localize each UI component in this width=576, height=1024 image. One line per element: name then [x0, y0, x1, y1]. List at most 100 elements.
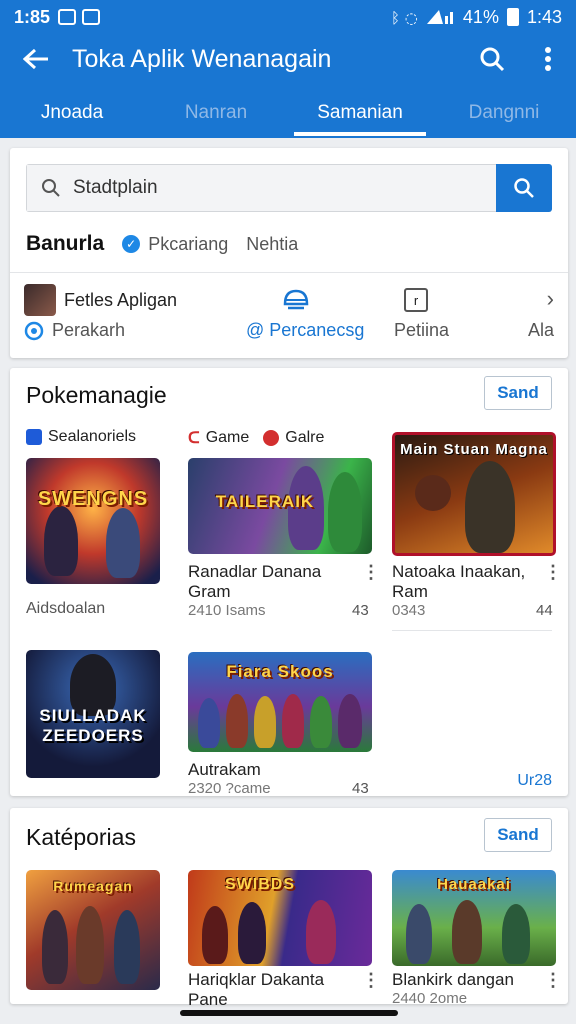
category-thumbnail-1[interactable]: Rumeagan [26, 870, 160, 990]
section-1-title: Pokemanagie [26, 382, 167, 408]
section-2-button[interactable]: Sand [484, 818, 552, 852]
battery-icon [506, 8, 519, 26]
tab-2[interactable]: Nanran [144, 88, 288, 138]
app-5-rating: 43 [352, 780, 369, 797]
chip-right-1[interactable]: Petiina [394, 320, 449, 341]
hero-figure [338, 694, 362, 748]
app-thumbnail-3[interactable]: Main Stuan Magna [392, 432, 556, 556]
app-2-rating: 43 [352, 602, 369, 619]
hero-figure [452, 900, 482, 964]
search-button[interactable] [464, 34, 520, 84]
back-arrow-icon [23, 48, 48, 70]
hero-figure [282, 694, 304, 748]
game-icon: ᑕ [188, 430, 200, 447]
app-thumbnail-5[interactable]: Fiara Skoos [188, 652, 372, 752]
app-thumbnail-4[interactable]: SIULLADAK ZEEDOERS [26, 650, 160, 778]
frame-icon[interactable]: r [404, 288, 428, 312]
chip-middle[interactable]: @ Percanecsg [246, 320, 364, 341]
more-options-icon[interactable]: ⋮ [362, 970, 380, 991]
category-thumbnail-3[interactable]: Hauaakai [392, 870, 556, 966]
section-1-button[interactable]: Sand [484, 376, 552, 410]
search-icon [480, 47, 505, 72]
user-chip-label: Fetles Apligan [64, 289, 178, 310]
search-field-icon [42, 179, 60, 197]
category-icon [26, 429, 42, 445]
category-app-3-name[interactable]: Blankirk dangan [392, 970, 514, 990]
home-indicator[interactable] [180, 1010, 398, 1016]
hero-figure [114, 910, 140, 984]
helmet-icon[interactable] [282, 288, 310, 319]
overflow-menu-button[interactable] [520, 34, 576, 84]
thumbnail-3-title: Main Stuan Magna [400, 441, 548, 458]
tab-1[interactable]: Jnoada [0, 88, 144, 138]
page-title: Toka Aplik Wenanagain [72, 44, 332, 73]
filter-option-2-label: Nehtia [246, 233, 299, 254]
more-options-icon[interactable]: ⋮ [544, 970, 562, 991]
back-button[interactable] [0, 34, 72, 84]
hero-figure [465, 461, 515, 553]
filter-option-1[interactable]: ✓ Pkcariang [122, 234, 228, 255]
svg-text:ᛒ ◌: ᛒ ◌ [391, 9, 418, 26]
hero-figure [42, 910, 68, 984]
search-input[interactable]: Stadtplain [26, 164, 496, 212]
tab-3[interactable]: Samanian [288, 88, 432, 138]
user-chip[interactable]: Fetles Apligan [24, 284, 177, 316]
category-thumbnail-2-title: SWIBDS [225, 876, 295, 893]
hero-figure [226, 694, 248, 748]
toolbar: Toka Aplik Wenanagain [0, 34, 576, 84]
thumbnail-1-title: SWENGNS [37, 488, 149, 510]
hero-figure [202, 906, 228, 964]
hero-figure [306, 900, 336, 964]
app-1-meta: Aidsdoalan [26, 600, 106, 617]
photo-notification-icon [82, 9, 101, 25]
search-placeholder: Stadtplain [73, 177, 158, 198]
chip-row-2: Perakarh @ Percanecsg Petiina Ala [24, 320, 554, 341]
search-submit-button[interactable] [496, 164, 552, 212]
hero-figure [254, 696, 276, 748]
filter-heading: Banurla [26, 232, 105, 255]
app-2-name[interactable]: Ranadlar Danana Gram [188, 562, 338, 602]
status-time: 1:85 [14, 6, 51, 27]
hero-figure [44, 506, 78, 576]
app-5-meta: 2320 ?came [188, 780, 271, 797]
chevron-right-icon[interactable]: › [547, 286, 554, 312]
filter-option-2[interactable]: Nehtia [246, 234, 298, 255]
hero-figure [406, 904, 432, 964]
thumbnail-2-title: TAILERAIK [215, 492, 315, 511]
status-clock-right: 1:43 [526, 6, 562, 27]
divider [10, 272, 568, 273]
category-thumbnail-2[interactable]: SWIBDS [188, 870, 372, 966]
category-label-1: Sealanoriels [48, 428, 137, 445]
hero-figure [502, 904, 530, 964]
category-app-2-name[interactable]: Hariqklar Dakanta Pane [188, 970, 358, 1010]
thumbnail-5-title: Fiara Skoos [226, 662, 334, 681]
more-options-icon[interactable]: ⋮ [362, 562, 380, 583]
tab-4[interactable]: Dangnni [432, 88, 576, 138]
category-label-2: Game [205, 429, 250, 446]
thumbnail-4-title: SIULLADAK ZEEDOERS [39, 706, 147, 745]
app-5-name[interactable]: Autrakam [188, 760, 261, 780]
category-thumbnail-3-title: Hauaakai [437, 876, 511, 893]
section-2-title: Katéporias [26, 824, 136, 850]
more-vert-icon [545, 47, 551, 71]
app-3-rating: 44 [536, 602, 553, 619]
search-bar: Stadtplain [26, 164, 552, 212]
category-tag-1[interactable]: Sealanoriels [26, 428, 136, 446]
category-label-3: Galre [285, 429, 325, 446]
see-more-link[interactable]: Ur28 [517, 772, 552, 790]
chip-right-2[interactable]: Ala [528, 320, 554, 341]
app-2-meta: 2410 Isams [188, 602, 266, 619]
hero-figure [328, 472, 362, 552]
filter-row: Banurla ✓ Pkcariang Nehtia [26, 232, 298, 256]
app-thumbnail-2[interactable]: TAILERAIK [188, 458, 372, 554]
app-thumbnail-1[interactable]: SWENGNS [26, 458, 160, 584]
app-3-name[interactable]: Natoaka Inaakan, Ram [392, 562, 542, 602]
category-tag-2[interactable]: ᑕ Game Galre [188, 428, 324, 448]
hero-figure [238, 902, 266, 964]
category-thumbnail-1-title: Rumeagan [53, 878, 133, 894]
more-options-icon[interactable]: ⋮ [544, 562, 562, 583]
gallery-notification-icon [58, 9, 77, 25]
chip-perakarh[interactable]: Perakarh [24, 320, 125, 341]
app-bar: 1:85 ᛒ ◌ 41% 1:43 Toka Aplik Wenanagain [0, 0, 576, 138]
app-3-meta: 0343 [392, 602, 426, 619]
